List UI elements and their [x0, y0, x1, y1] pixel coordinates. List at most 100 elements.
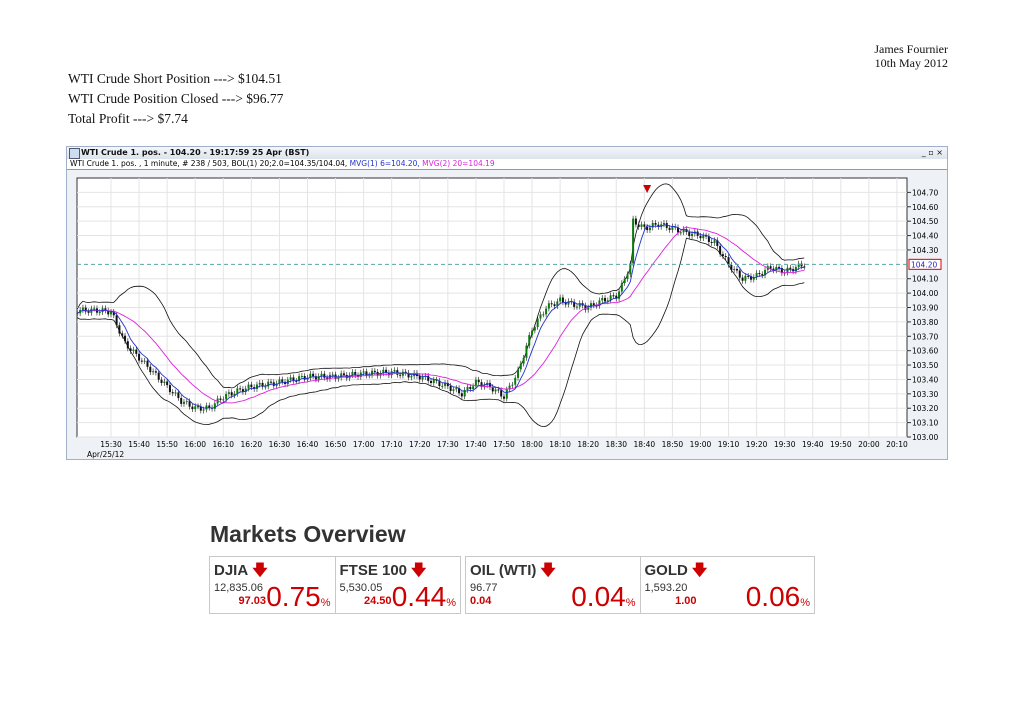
candle-body [264, 386, 267, 388]
candle-body [724, 256, 727, 258]
candle-body [300, 376, 303, 378]
price-chart[interactable]: 15:30 15:40 15:50 16:00 16:10 16:20 16:30 16:40… [67, 170, 947, 460]
y-tick-label: 104.40 [912, 232, 938, 241]
candle-body [421, 376, 424, 380]
candle-body [191, 406, 194, 410]
market-pct: 0.44% [391, 581, 456, 612]
candle-body [575, 306, 578, 308]
market-value: 5,530.05 [339, 582, 383, 594]
candle-body [146, 360, 149, 367]
x-tick-label: 18:20 [577, 440, 599, 449]
candle-body [177, 392, 180, 399]
x-tick-label: 17:20 [409, 440, 431, 449]
candle-body [281, 379, 284, 382]
chart-window: WTI Crude 1. pos. - 104.20 - 19:17:59 25… [66, 146, 948, 460]
date: 10th May 2012 [874, 56, 948, 70]
market-pct: 0.04% [571, 581, 636, 612]
candle-body [135, 349, 138, 354]
candle-body [761, 274, 764, 276]
candle-body [132, 349, 135, 352]
candle-body [247, 384, 250, 389]
candle-body [312, 373, 315, 377]
candle-body [163, 381, 166, 383]
markets-box-indices: DJIA 🡇 12,835.06 97.03 0.75% FTSE 100 🡇 5,530.… [209, 556, 461, 614]
candle-body [741, 277, 744, 281]
candle-body [143, 360, 146, 362]
y-tick-label: 103.80 [912, 318, 938, 327]
candle-body [623, 278, 626, 284]
candle-body [138, 353, 141, 361]
candle-body [634, 218, 637, 225]
candle-body [410, 376, 413, 378]
candle-body [393, 370, 396, 372]
candle-body [121, 333, 124, 336]
x-tick-label: 17:50 [493, 440, 515, 449]
note-line: Total Profit ---> $7.74 [68, 111, 188, 126]
y-tick-label: 103.70 [912, 332, 938, 341]
candle-body [455, 388, 458, 390]
x-tick-label: 19:00 [690, 440, 712, 449]
y-tick-label: 103.90 [912, 304, 938, 313]
candle-body [81, 307, 84, 310]
candle-body [371, 370, 374, 376]
window-titlebar[interactable]: WTI Crude 1. pos. - 104.20 - 19:17:59 25… [67, 147, 947, 159]
candle-body [149, 366, 152, 373]
candle-body [171, 392, 174, 394]
x-tick-label: 17:10 [381, 440, 403, 449]
down-arrow-icon: 🡇 [691, 562, 708, 579]
candle-body [629, 263, 632, 275]
x-tick-label: 18:40 [634, 440, 656, 449]
market-cell[interactable]: GOLD 🡇 1,593.20 1.00 0.06% [641, 557, 815, 613]
candle-body [331, 374, 334, 376]
chart-icon [69, 148, 80, 159]
candle-body [194, 406, 197, 410]
candle-body [648, 227, 651, 231]
y-tick-label: 103.40 [912, 375, 938, 384]
candle-body [626, 274, 629, 279]
y-tick-label: 103.10 [912, 419, 938, 428]
candle-body [365, 371, 368, 376]
x-tick-label: 16:00 [184, 440, 206, 449]
y-tick-label: 103.00 [912, 433, 938, 442]
market-cell[interactable]: OIL (WTI) 🡇 96.77 0.04 0.04% [466, 557, 641, 613]
candle-body [553, 304, 556, 307]
x-tick-label: 19:20 [746, 440, 768, 449]
candle-body [230, 392, 233, 396]
candle-body [441, 385, 444, 387]
candle-body [219, 398, 222, 400]
candle-body [76, 313, 79, 315]
x-tick-label: 19:40 [802, 440, 824, 449]
candle-body [166, 381, 169, 386]
market-pct: 0.75% [266, 581, 331, 612]
info-mvg1: MVG(1) 6=104.20, [349, 159, 423, 168]
market-cell[interactable]: DJIA 🡇 12,835.06 97.03 0.75% [210, 557, 336, 613]
candle-body [269, 381, 272, 383]
market-value: 96.77 [470, 582, 498, 594]
x-tick-label: 20:10 [886, 440, 908, 449]
candle-body [323, 373, 326, 378]
market-change: 24.50 [363, 595, 392, 607]
candle-body [531, 330, 534, 336]
market-pct: 0.06% [745, 581, 810, 612]
window-controls[interactable]: _ ▫ × [922, 147, 943, 159]
info-main: WTI Crude 1. pos. , 1 minute, # 238 / 50… [70, 159, 350, 168]
candle-body [758, 272, 761, 275]
candle-body [514, 377, 517, 385]
candle-body [115, 315, 118, 326]
y-tick-label: 104.00 [912, 289, 938, 298]
market-cell[interactable]: FTSE 100 🡇 5,530.05 24.50 0.44% [336, 557, 461, 613]
candle-body [258, 382, 261, 385]
candle-body [429, 380, 432, 383]
note-line: WTI Crude Short Position ---> $104.51 [68, 71, 282, 86]
candle-body [702, 235, 705, 239]
candle-body [550, 303, 553, 305]
candle-body [180, 398, 183, 404]
y-tick-label: 104.30 [912, 246, 938, 255]
candle-body [502, 396, 505, 399]
candle-body [721, 254, 724, 257]
candle-body [129, 348, 132, 352]
x-tick-label: 19:30 [774, 440, 796, 449]
candle-body [730, 264, 733, 270]
candle-body [668, 227, 671, 230]
candle-body [747, 275, 750, 277]
